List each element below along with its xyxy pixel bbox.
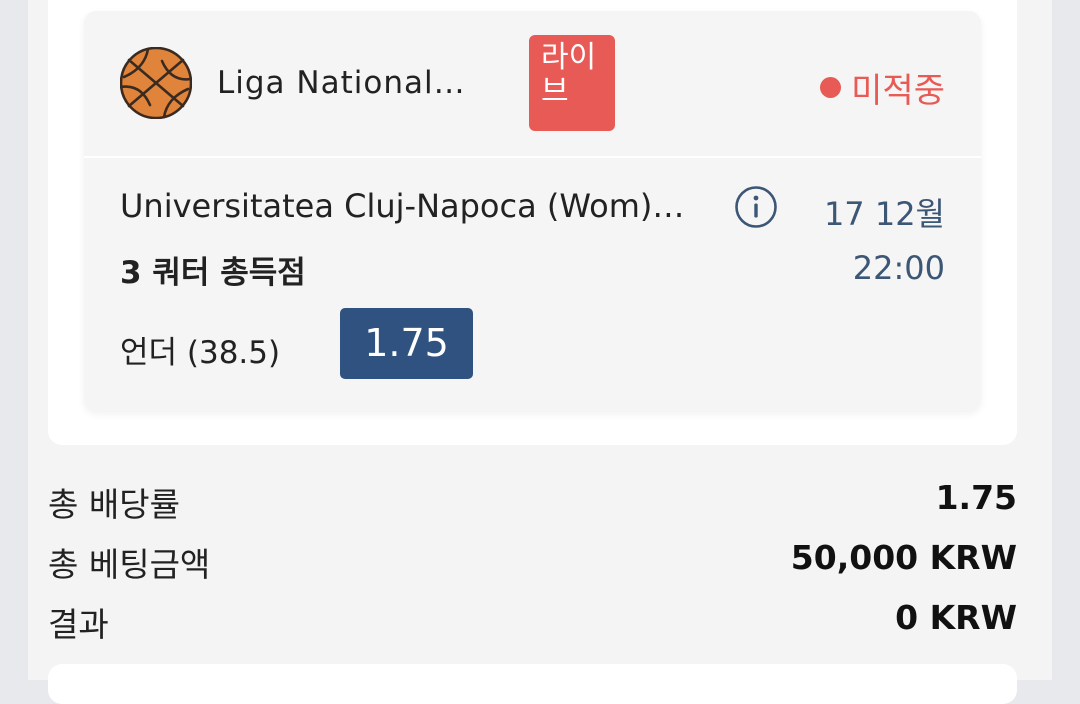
odds-button[interactable]: 1.75 <box>340 308 473 379</box>
summary-row-total-stake: 총 베팅금액 50,000 KRW <box>48 538 1017 588</box>
basketball-icon <box>120 47 192 119</box>
match-name: Universitatea Cluj-Napoca (Wom)… <box>120 187 685 225</box>
event-header: Liga National… 라이브 미적중 <box>84 11 981 156</box>
live-badge: 라이브 <box>529 35 615 131</box>
bet-detail-sheet: Liga National… 라이브 미적중 Universitatea Clu… <box>28 0 1052 704</box>
selection-name: 언더 (38.5) <box>120 335 281 371</box>
bet-status-label: 미적중 <box>851 71 945 111</box>
summary-row-total-odds: 총 배당률 1.75 <box>48 478 1017 528</box>
info-icon[interactable] <box>734 185 778 229</box>
total-stake-value: 50,000 KRW <box>790 538 1017 577</box>
event-date: 17 12월 <box>823 195 945 233</box>
header-divider <box>84 156 981 158</box>
bet-status: 미적중 <box>820 63 945 112</box>
status-dot-icon <box>820 77 842 98</box>
total-stake-label: 총 베팅금액 <box>48 545 211 584</box>
total-odds-label: 총 배당률 <box>48 485 180 524</box>
event-time: 22:00 <box>852 249 945 287</box>
total-odds-value: 1.75 <box>935 478 1017 517</box>
summary-row-result: 결과 0 KRW <box>48 598 1017 648</box>
market-name: 3 쿼터 총득점 <box>120 255 306 291</box>
next-bet-card <box>48 664 1017 704</box>
result-label: 결과 <box>48 605 109 644</box>
league-name: Liga National… <box>217 65 466 101</box>
bet-card: Liga National… 라이브 미적중 Universitatea Clu… <box>48 0 1017 445</box>
event-card: Liga National… 라이브 미적중 Universitatea Clu… <box>84 11 981 411</box>
result-value: 0 KRW <box>895 598 1017 637</box>
